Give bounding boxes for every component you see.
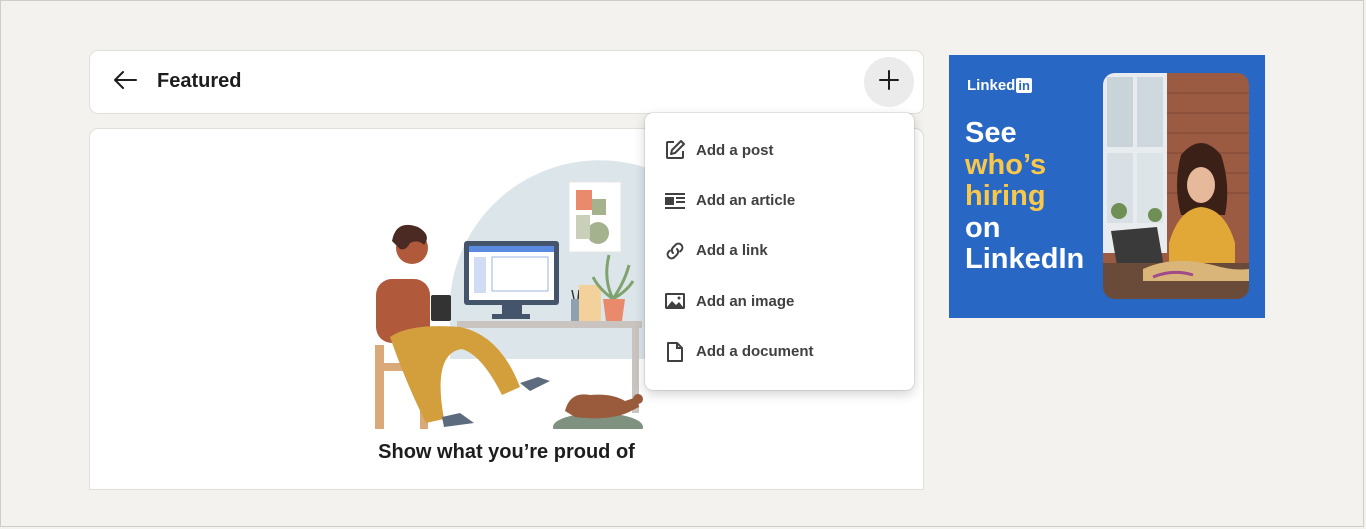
menu-item-add-article[interactable]: Add an article [645, 175, 914, 225]
empty-state-title: Show what you’re proud of [378, 441, 635, 463]
plus-icon [878, 69, 900, 96]
article-icon [663, 189, 687, 213]
document-icon [663, 340, 687, 364]
linkedin-hiring-ad[interactable]: Linked in See who’s hiring on LinkedIn [949, 55, 1265, 318]
add-featured-button[interactable] [864, 57, 914, 107]
menu-item-label: Add an article [696, 192, 796, 210]
menu-item-label: Add a document [696, 343, 814, 361]
menu-item-label: Add an image [696, 292, 795, 310]
menu-item-label: Add a link [696, 242, 768, 260]
menu-item-label: Add a post [696, 141, 774, 159]
workspace-illustration [360, 149, 660, 441]
menu-item-add-link[interactable]: Add a link [645, 226, 914, 276]
menu-item-add-document[interactable]: Add a document [645, 327, 914, 377]
ad-photo-woman-at-laptop [1103, 73, 1249, 299]
link-icon [663, 239, 687, 263]
linkedin-logo: Linked in [967, 77, 1032, 94]
pencil-square-icon [663, 138, 687, 162]
back-button[interactable] [106, 63, 144, 101]
add-featured-menu: Add a post Add an article Add a link Add… [645, 113, 914, 390]
page-title: Featured [157, 70, 242, 92]
menu-item-add-image[interactable]: Add an image [645, 276, 914, 326]
menu-item-add-post[interactable]: Add a post [645, 125, 914, 175]
image-icon [663, 289, 687, 313]
featured-header: Featured [90, 51, 923, 113]
ad-headline: See who’s hiring on LinkedIn [965, 117, 1085, 275]
arrow-left-icon [112, 70, 138, 95]
